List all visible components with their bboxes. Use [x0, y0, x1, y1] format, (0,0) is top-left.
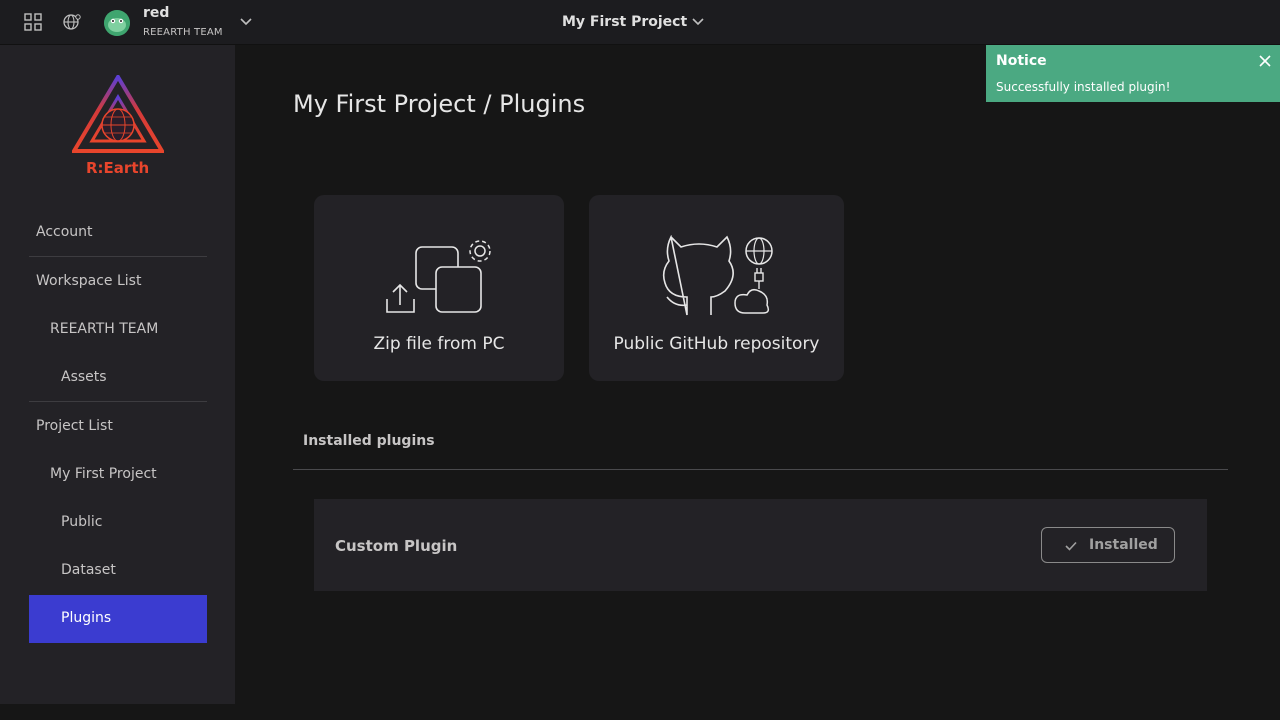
github-repo-card[interactable]: Public GitHub repository: [589, 195, 844, 381]
logo-text: R:Earth: [86, 159, 150, 177]
notice-title: Notice: [996, 53, 1047, 69]
sidebar-item-account[interactable]: Account: [36, 224, 93, 240]
sidebar: R:Earth Account Workspace List REEARTH T…: [0, 45, 235, 704]
user-name: red: [143, 5, 170, 21]
installed-plugins-title: Installed plugins: [303, 433, 435, 449]
globe-settings-icon[interactable]: [62, 12, 82, 32]
sidebar-item-workspace[interactable]: REEARTH TEAM: [50, 321, 158, 337]
plugin-name: Custom Plugin: [335, 537, 458, 555]
zip-upload-label: Zip file from PC: [373, 334, 505, 354]
sidebar-item-plugins[interactable]: Plugins: [29, 595, 207, 643]
sidebar-item-label: Plugins: [61, 610, 112, 626]
page-title: My First Project / Plugins: [293, 90, 586, 118]
sidebar-item-workspace-list[interactable]: Workspace List: [36, 273, 141, 289]
project-title[interactable]: My First Project: [562, 14, 687, 30]
avatar-face-icon: [104, 10, 130, 36]
workspace-name: REEARTH TEAM: [143, 27, 223, 38]
section-divider: [293, 469, 1228, 470]
sidebar-item-dataset[interactable]: Dataset: [61, 562, 116, 578]
sidebar-divider: [29, 256, 207, 257]
zip-upload-icon: [386, 240, 491, 313]
github-repo-icon: [662, 235, 773, 316]
sidebar-item-public[interactable]: Public: [61, 514, 102, 530]
zip-upload-card[interactable]: Zip file from PC: [314, 195, 564, 381]
installed-button-label: Installed: [1089, 537, 1158, 553]
sidebar-item-assets[interactable]: Assets: [61, 369, 107, 385]
chevron-down-icon[interactable]: [238, 14, 254, 30]
avatar[interactable]: [104, 10, 130, 36]
sidebar-item-project-list[interactable]: Project List: [36, 418, 113, 434]
sidebar-item-project[interactable]: My First Project: [50, 466, 157, 482]
top-bar: red REEARTH TEAM My First Project: [0, 0, 1280, 45]
installed-button[interactable]: Installed: [1041, 527, 1175, 563]
notice-toast: Notice Successfully installed plugin!: [986, 45, 1280, 102]
github-repo-label: Public GitHub repository: [613, 334, 820, 354]
close-icon[interactable]: [1258, 54, 1272, 68]
dashboard-grid-icon[interactable]: [23, 12, 43, 32]
sidebar-divider: [29, 401, 207, 402]
check-icon: [1065, 541, 1077, 551]
notice-message: Successfully installed plugin!: [996, 80, 1171, 94]
plugin-row: Custom Plugin Installed: [314, 499, 1207, 591]
project-chevron-down-icon[interactable]: [690, 14, 706, 30]
